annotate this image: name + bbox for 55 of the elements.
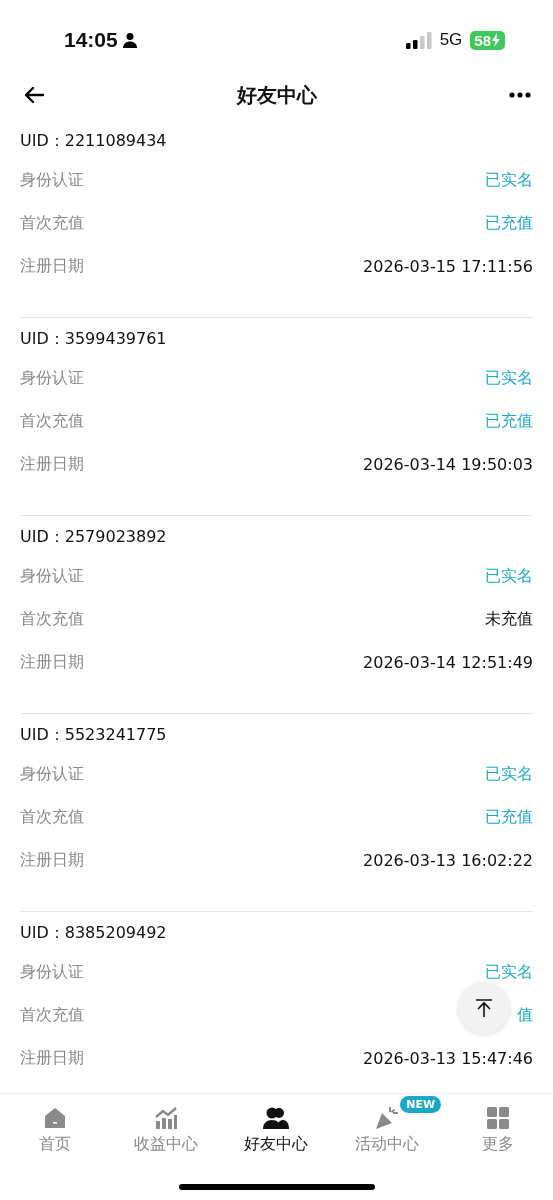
tab-item[interactable]: 收益中心 — [110, 1096, 222, 1180]
field-value: 2026-03-14 12:51:49 — [363, 653, 533, 672]
field-value: 已实名 — [485, 764, 533, 785]
field-value: 已充值 — [485, 213, 533, 234]
battery-indicator: 58 — [470, 30, 505, 50]
uid-text: UID：2579023892 — [20, 526, 168, 548]
uid-text: UID：5523241775 — [20, 724, 168, 746]
field-label: 身份认证 — [20, 170, 84, 191]
uid-text: UID：2211089434 — [20, 130, 168, 152]
field-label: 身份认证 — [20, 764, 84, 785]
tab-item[interactable]: 首页 — [0, 1096, 111, 1180]
field-label: 注册日期 — [20, 1048, 84, 1069]
new-badge: NEW — [400, 1096, 442, 1113]
person-icon — [121, 32, 138, 48]
field-value: 已充值 — [485, 807, 533, 828]
scroll-to-top-button[interactable] — [458, 982, 510, 1034]
people-icon — [263, 1106, 290, 1130]
page-title: 好友中心 — [236, 81, 317, 109]
signal-icon — [405, 31, 432, 49]
field-value: 已实名 — [485, 566, 533, 587]
bar-chart-icon — [153, 1106, 178, 1130]
field-label: 注册日期 — [20, 256, 84, 277]
field-value: 2026-03-13 16:02:22 — [363, 851, 533, 870]
field-value: 2026-03-13 15:47:46 — [363, 1049, 533, 1068]
field-value: 2026-03-14 19:50:03 — [363, 455, 533, 474]
status-time: 14:05 — [64, 28, 118, 52]
house-icon — [43, 1106, 68, 1130]
field-label: 注册日期 — [20, 850, 84, 871]
field-value: 已实名 — [485, 368, 533, 389]
field-label: 身份认证 — [20, 962, 84, 983]
field-label: 首次充值 — [20, 411, 84, 432]
field-value: 已充值 — [485, 411, 533, 432]
field-value: 已实名 — [485, 962, 533, 983]
field-label: 首次充值 — [20, 609, 84, 630]
field-label: 首次充值 — [20, 1005, 84, 1026]
uid-text: UID：8385209492 — [20, 922, 168, 944]
party-popper-icon — [375, 1106, 400, 1130]
field-value: 值 — [517, 1005, 533, 1026]
field-label: 注册日期 — [20, 652, 84, 673]
field-label: 注册日期 — [20, 454, 84, 475]
tab-item[interactable]: 更多 — [442, 1096, 553, 1180]
tab-item[interactable]: NEW 活动中心 — [331, 1096, 443, 1180]
tab-item[interactable]: 好友中心 — [221, 1096, 332, 1180]
grid-icon — [485, 1106, 510, 1130]
arrow-to-top-icon — [474, 998, 494, 1018]
field-value: 2026-03-15 17:11:56 — [363, 257, 533, 276]
field-label: 首次充值 — [20, 213, 84, 234]
uid-text: UID：3599439761 — [20, 328, 168, 350]
more-icon[interactable] — [509, 92, 531, 98]
field-label: 身份认证 — [20, 566, 84, 587]
field-label: 身份认证 — [20, 368, 84, 389]
field-value: 未充值 — [485, 609, 533, 630]
field-value: 已实名 — [485, 170, 533, 191]
network-label: 5G — [439, 30, 463, 50]
field-label: 首次充值 — [20, 807, 84, 828]
